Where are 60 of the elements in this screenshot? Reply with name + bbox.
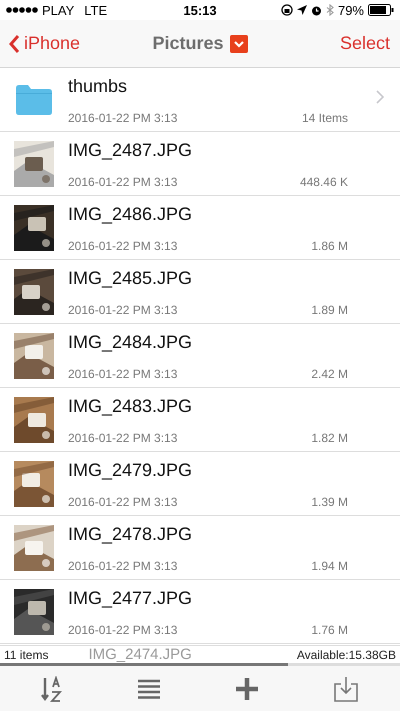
menu-icon[interactable] (137, 678, 161, 698)
nav-title: Pictures (152, 33, 224, 54)
file-name: IMG_2487.JPG (68, 140, 194, 161)
alarm-icon (310, 4, 322, 16)
folder-row[interactable]: thumbs 2016-01-22 PM 3:13 14 Items (0, 68, 400, 132)
download-icon[interactable] (333, 676, 359, 702)
file-size: 1.39 M (311, 495, 348, 509)
file-name: IMG_2483.JPG (68, 396, 194, 417)
file-row[interactable]: IMG_2477.JPG 2016-01-22 PM 3:13 1.76 M (0, 580, 400, 644)
item-count: 11 items (4, 648, 48, 662)
file-size: 1.86 M (311, 239, 348, 253)
network-type: LTE (84, 2, 108, 18)
file-name: IMG_2485.JPG (68, 268, 194, 289)
file-row[interactable]: IMG_2487.JPG 2016-01-22 PM 3:13 448.46 K (0, 132, 400, 196)
file-size: 1.82 M (311, 431, 348, 445)
chevron-icon (376, 90, 384, 104)
file-name: IMG_2479.JPG (68, 460, 194, 481)
file-size: 1.89 M (311, 303, 348, 317)
item-count: 14 Items (302, 111, 348, 125)
file-name: IMG_2477.JPG (68, 588, 194, 609)
modified-date: 2016-01-22 PM 3:13 (68, 239, 178, 253)
file-size: 2.42 M (311, 367, 348, 381)
back-button[interactable]: iPhone (8, 33, 80, 54)
lock-rotation-icon (280, 4, 293, 16)
folder-name: thumbs (68, 76, 128, 97)
folder-icon (16, 84, 52, 114)
file-row[interactable]: IMG_2485.JPG 2016-01-22 PM 3:13 1.89 M (0, 260, 400, 324)
file-name: IMG_2474.JPG (88, 646, 193, 663)
select-button[interactable]: Select (340, 33, 390, 54)
signal-icon (6, 6, 38, 14)
file-row[interactable]: IMG_2486.JPG 2016-01-22 PM 3:13 1.86 M (0, 196, 400, 260)
add-icon[interactable] (235, 676, 259, 700)
modified-date: 2016-01-22 PM 3:13 (68, 367, 178, 381)
modified-date: 2016-01-22 PM 3:13 (68, 623, 178, 637)
bluetooth-icon (326, 4, 334, 16)
carrier-name: PLAY (42, 2, 74, 18)
file-row[interactable]: IMG_2483.JPG 2016-01-22 PM 3:13 1.82 M (0, 388, 400, 452)
dropdown-icon[interactable] (230, 34, 248, 52)
file-size: 1.94 M (311, 559, 348, 573)
modified-date: 2016-01-22 PM 3:13 (68, 559, 178, 573)
file-size: 1.76 M (311, 623, 348, 637)
file-name: IMG_2486.JPG (68, 204, 194, 225)
file-row[interactable]: IMG_2484.JPG 2016-01-22 PM 3:13 2.42 M (0, 324, 400, 388)
file-row[interactable]: IMG_2479.JPG 2016-01-22 PM 3:13 1.39 M (0, 452, 400, 516)
clock: 15:13 (183, 2, 217, 18)
modified-date: 2016-01-22 PM 3:13 (68, 175, 178, 189)
back-chevron-icon[interactable] (8, 34, 20, 54)
battery-icon (368, 4, 394, 16)
battery-percent: 79% (338, 2, 364, 18)
sort-icon[interactable] (41, 676, 63, 702)
location-icon (296, 5, 307, 15)
modified-date: 2016-01-22 PM 3:13 (68, 495, 178, 509)
file-name: IMG_2478.JPG (68, 524, 194, 545)
available-space: Available:15.38GB (296, 648, 396, 662)
file-name: IMG_2484.JPG (68, 332, 194, 353)
file-row[interactable]: IMG_2478.JPG 2016-01-22 PM 3:13 1.94 M (0, 516, 400, 580)
modified-date: 2016-01-22 PM 3:13 (68, 303, 178, 317)
modified-date: 2016-01-22 PM 3:13 (68, 431, 178, 445)
modified-date: 2016-01-22 PM 3:13 (68, 111, 178, 125)
file-size: 448.46 K (300, 175, 348, 189)
